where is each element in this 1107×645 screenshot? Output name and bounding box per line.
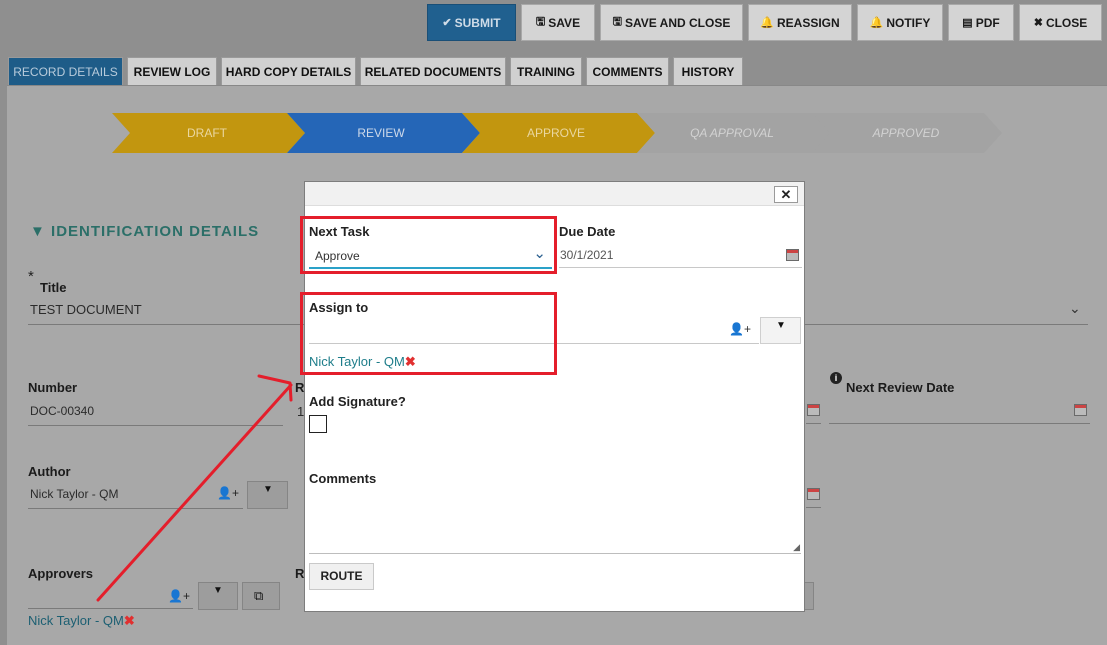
annotation-arrow: [96, 374, 293, 602]
